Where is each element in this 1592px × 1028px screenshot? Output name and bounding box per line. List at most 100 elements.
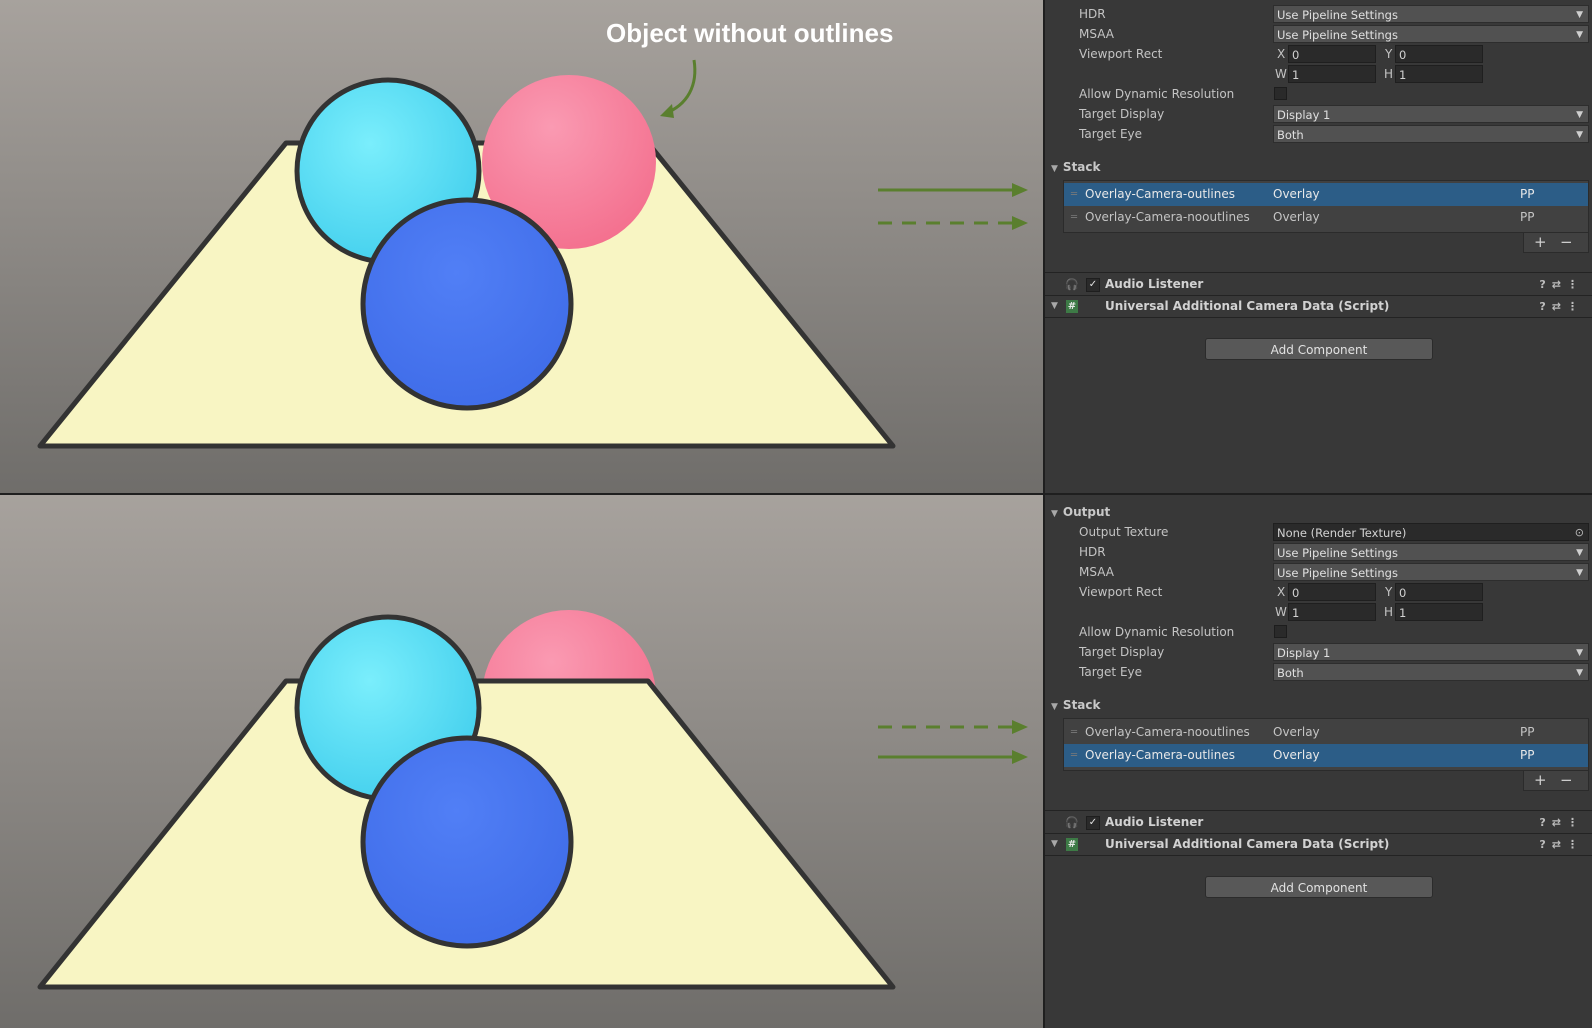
drag-handle-icon[interactable]: ═ (1071, 183, 1077, 206)
stack-item-name: Overlay-Camera-outlines (1085, 187, 1235, 201)
kebab-menu-icon[interactable]: ⋮ (1567, 278, 1584, 291)
presets-icon[interactable]: ⇄ (1552, 838, 1567, 851)
viewport-h-field[interactable]: 1 (1395, 603, 1483, 621)
stack-item-type: Overlay (1273, 748, 1320, 762)
viewport-w-label: W (1275, 67, 1287, 81)
target-display-value: Display 1 (1277, 646, 1331, 660)
msaa-dropdown[interactable]: Use Pipeline Settings ▼ (1273, 563, 1589, 581)
help-icon[interactable]: ? (1539, 816, 1551, 829)
stack-item-pp: PP (1520, 210, 1535, 224)
remove-stack-button[interactable]: − (1560, 771, 1573, 789)
add-stack-button[interactable]: + (1534, 771, 1547, 789)
help-icon[interactable]: ? (1539, 278, 1551, 291)
component-separator (1045, 810, 1592, 811)
viewport-w-field[interactable]: 1 (1288, 65, 1376, 83)
viewport-w-label: W (1275, 605, 1287, 619)
chevron-down-icon: ▼ (1576, 568, 1583, 578)
viewport-y-field[interactable]: 0 (1395, 583, 1483, 601)
scene-view-top[interactable]: Object without outlines (0, 0, 1043, 495)
component-actions: ?⇄⋮ (1539, 812, 1584, 833)
kebab-menu-icon[interactable]: ⋮ (1567, 816, 1584, 829)
add-stack-button[interactable]: + (1534, 233, 1547, 251)
output-foldout[interactable]: ▼ Output (1051, 503, 1110, 521)
target-eye-label: Target Eye (1079, 127, 1143, 141)
script-hash-icon: # (1066, 300, 1078, 313)
headphones-icon: 🎧 (1065, 816, 1079, 829)
chevron-down-icon: ▼ (1576, 548, 1583, 558)
kebab-menu-icon[interactable]: ⋮ (1567, 838, 1584, 851)
help-icon[interactable]: ? (1539, 300, 1551, 313)
drag-handle-icon[interactable]: ═ (1071, 744, 1077, 767)
component-actions: ?⇄⋮ (1539, 296, 1584, 317)
help-icon[interactable]: ? (1539, 838, 1551, 851)
viewport-x-label: X (1277, 47, 1286, 61)
arrow-dashed-nooutlines (878, 720, 1028, 734)
scene-render-top (37, 59, 1028, 449)
stack-add-remove: + − (1523, 771, 1589, 791)
viewport-x-field[interactable]: 0 (1288, 45, 1376, 63)
chevron-down-icon: ▼ (1576, 10, 1583, 20)
presets-icon[interactable]: ⇄ (1552, 278, 1567, 291)
audio-listener-header[interactable]: 🎧 ✓ Audio Listener ?⇄⋮ (1045, 812, 1592, 833)
audio-listener-enabled-checkbox[interactable]: ✓ (1086, 278, 1100, 292)
viewport-x-label: X (1277, 585, 1286, 599)
output-label: Output (1062, 505, 1111, 519)
target-eye-dropdown[interactable]: Both ▼ (1273, 125, 1589, 143)
target-display-dropdown[interactable]: Display 1 ▼ (1273, 105, 1589, 123)
stack-item[interactable]: ═ Overlay-Camera-nooutlines Overlay PP (1064, 721, 1588, 744)
component-separator (1045, 855, 1592, 856)
stack-item[interactable]: ═ Overlay-Camera-outlines Overlay PP (1064, 744, 1588, 767)
stack-foldout[interactable]: ▼ Stack (1051, 696, 1101, 714)
audio-listener-header[interactable]: 🎧 ✓ Audio Listener ?⇄⋮ (1045, 274, 1592, 295)
triangle-down-icon[interactable]: ▼ (1051, 296, 1058, 317)
stack-list: ═ Overlay-Camera-outlines Overlay PP ═ O… (1063, 180, 1589, 233)
viewport-rect-label: Viewport Rect (1079, 47, 1163, 61)
camera-data-title: Universal Additional Camera Data (Script… (1105, 299, 1390, 313)
dynamic-resolution-checkbox[interactable] (1274, 625, 1287, 638)
stack-item[interactable]: ═ Overlay-Camera-nooutlines Overlay PP (1064, 206, 1588, 229)
hdr-label: HDR (1079, 545, 1106, 559)
object-picker-icon[interactable]: ⊙ (1575, 524, 1584, 540)
hdr-dropdown[interactable]: Use Pipeline Settings ▼ (1273, 543, 1589, 561)
scene-view-bottom[interactable] (0, 495, 1043, 1028)
msaa-label: MSAA (1079, 565, 1114, 579)
hdr-label: HDR (1079, 7, 1106, 21)
viewport-y-field[interactable]: 0 (1395, 45, 1483, 63)
kebab-menu-icon[interactable]: ⋮ (1567, 300, 1584, 313)
stack-foldout[interactable]: ▼ Stack (1051, 158, 1101, 176)
hdr-dropdown[interactable]: Use Pipeline Settings ▼ (1273, 5, 1589, 23)
camera-data-header[interactable]: ▼ # Universal Additional Camera Data (Sc… (1045, 834, 1592, 855)
stack-item[interactable]: ═ Overlay-Camera-outlines Overlay PP (1064, 183, 1588, 206)
presets-icon[interactable]: ⇄ (1552, 300, 1567, 313)
drag-handle-icon[interactable]: ═ (1071, 206, 1077, 229)
target-display-dropdown[interactable]: Display 1 ▼ (1273, 643, 1589, 661)
viewport-x-field[interactable]: 0 (1288, 583, 1376, 601)
camera-data-header[interactable]: ▼ # Universal Additional Camera Data (Sc… (1045, 296, 1592, 317)
viewport-w-field[interactable]: 1 (1288, 603, 1376, 621)
component-separator (1045, 317, 1592, 318)
viewport-h-label: H (1384, 605, 1394, 619)
output-texture-field[interactable]: None (Render Texture) ⊙ (1273, 523, 1589, 541)
dynamic-resolution-checkbox[interactable] (1274, 87, 1287, 100)
blue-sphere (360, 735, 574, 949)
drag-handle-icon[interactable]: ═ (1071, 721, 1077, 744)
triangle-down-icon[interactable]: ▼ (1051, 834, 1058, 855)
add-component-button[interactable]: Add Component (1205, 338, 1433, 360)
target-eye-dropdown[interactable]: Both ▼ (1273, 663, 1589, 681)
viewport-h-field[interactable]: 1 (1395, 65, 1483, 83)
chevron-down-icon: ▼ (1576, 648, 1583, 658)
callout-label: Object without outlines (606, 18, 894, 48)
stack-item-name: Overlay-Camera-nooutlines (1085, 210, 1250, 224)
triangle-down-icon: ▼ (1051, 509, 1058, 519)
msaa-dropdown[interactable]: Use Pipeline Settings ▼ (1273, 25, 1589, 43)
presets-icon[interactable]: ⇄ (1552, 816, 1567, 829)
add-component-button[interactable]: Add Component (1205, 876, 1433, 898)
output-texture-value: None (Render Texture) (1277, 526, 1407, 540)
audio-listener-enabled-checkbox[interactable]: ✓ (1086, 816, 1100, 830)
target-eye-value: Both (1277, 666, 1304, 680)
stack-label: Stack (1062, 160, 1101, 174)
triangle-down-icon: ▼ (1051, 164, 1058, 174)
stack-label: Stack (1062, 698, 1101, 712)
remove-stack-button[interactable]: − (1560, 233, 1573, 251)
msaa-value: Use Pipeline Settings (1277, 28, 1398, 42)
